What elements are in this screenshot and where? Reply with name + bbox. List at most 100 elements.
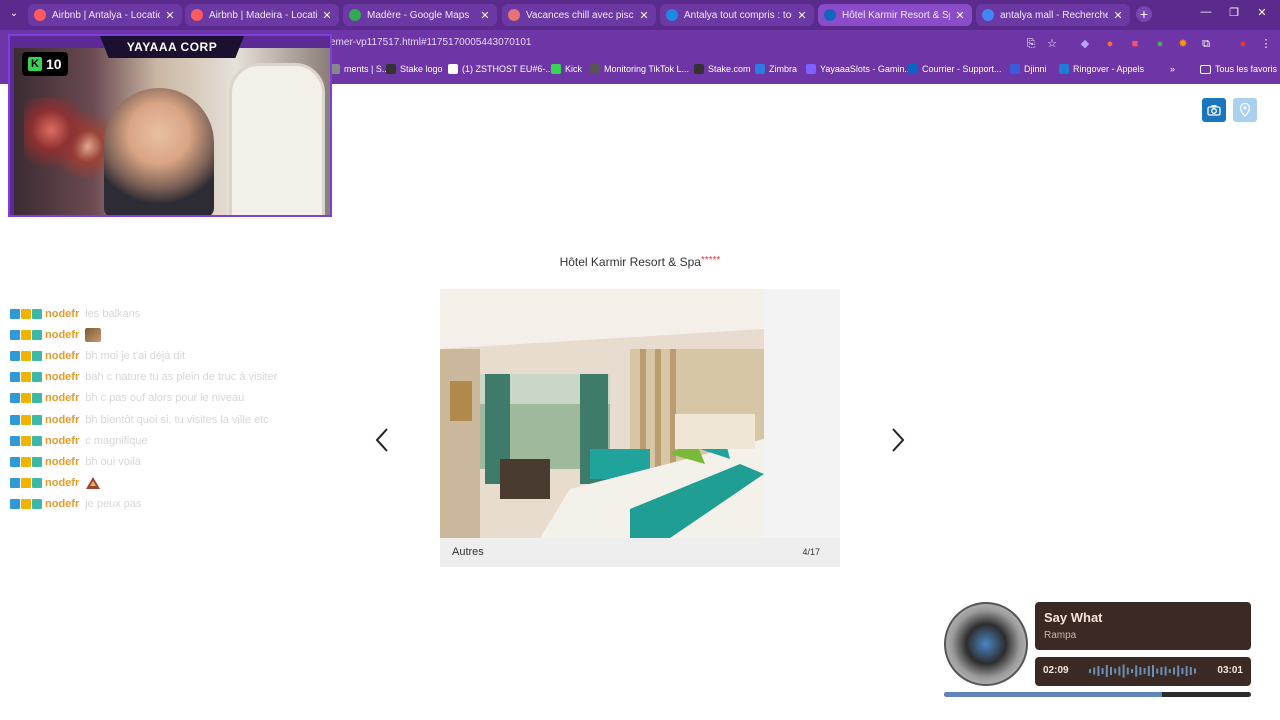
bookmark-item[interactable]: YayaaaSlots - Gamin... bbox=[806, 64, 912, 74]
bookmark-item[interactable]: Ringover - Appels bbox=[1059, 64, 1144, 74]
sub-badge-icon bbox=[10, 350, 20, 361]
chat-text: je peux pas bbox=[85, 498, 142, 511]
chat-message: nodefr bbox=[10, 473, 340, 494]
bookmark-star-icon[interactable]: ☆ bbox=[1045, 37, 1059, 51]
gallery-photo[interactable] bbox=[440, 289, 764, 538]
chat-badges bbox=[10, 414, 42, 425]
extension-icon[interactable]: ■ bbox=[1128, 37, 1142, 51]
extension-icon[interactable]: ◆ bbox=[1078, 37, 1092, 51]
browser-tab[interactable]: Antalya tout compris : toutes m ✕ bbox=[660, 4, 814, 26]
bookmark-label: Zimbra bbox=[769, 64, 798, 74]
emote-face-icon bbox=[85, 327, 102, 342]
tab-title: Madère - Google Maps bbox=[367, 9, 470, 21]
gallery-prev-button[interactable] bbox=[372, 426, 392, 454]
chat-badges bbox=[10, 350, 42, 361]
browser-tab[interactable]: Vacances chill avec piscine et m ✕ bbox=[502, 4, 656, 26]
chat-message: nodefr bh moi je t'ai déjà dit bbox=[10, 345, 340, 366]
gift-badge-icon bbox=[32, 456, 42, 467]
all-bookmarks-button[interactable]: Tous les favoris bbox=[1200, 64, 1277, 74]
map-button[interactable] bbox=[1233, 98, 1257, 122]
outlook-icon bbox=[908, 64, 918, 74]
bookmark-item[interactable]: Djinni bbox=[1010, 64, 1047, 74]
chat-text: les balkans bbox=[85, 307, 141, 320]
camera-button[interactable] bbox=[1202, 98, 1226, 122]
stake-icon bbox=[386, 64, 396, 74]
chat-message: nodefr je peux pas bbox=[10, 494, 340, 515]
gift-badge-icon bbox=[32, 350, 42, 361]
minimize-icon[interactable]: — bbox=[1198, 6, 1214, 18]
maps-icon bbox=[349, 9, 361, 21]
chat-text: bah c nature tu as plein de truc à visit… bbox=[85, 371, 278, 384]
chat-badges bbox=[10, 456, 42, 467]
browser-tab[interactable]: Hôtel Karmir Resort & Spa Anta ✕ bbox=[818, 4, 972, 26]
bookmark-label: Monitoring TikTok L... bbox=[604, 64, 690, 74]
crown-badge-icon bbox=[21, 372, 31, 383]
sub-badge-icon bbox=[10, 372, 20, 383]
extension-icon[interactable]: ✸ bbox=[1176, 37, 1190, 51]
bookmark-item[interactable]: (1) ZSTHOST EU#6-... bbox=[448, 64, 553, 74]
chat-text: bh oui voilà bbox=[85, 455, 141, 468]
chat-text: bh bientôt quoi si, tu visites la ville … bbox=[85, 413, 269, 426]
gift-badge-icon bbox=[32, 329, 42, 340]
chat-badges bbox=[10, 308, 42, 319]
chat-message: nodefr les balkans bbox=[10, 303, 340, 324]
menu-dots-icon[interactable]: ⋮ bbox=[1259, 37, 1273, 51]
bookmark-label: Djinni bbox=[1024, 64, 1047, 74]
playback-progress-fill bbox=[944, 692, 1162, 697]
close-tab-icon[interactable]: ✕ bbox=[1112, 9, 1124, 22]
chat-text: c magnifique bbox=[85, 434, 148, 447]
browser-tab[interactable]: Airbnb | Antalya - Locations de ✕ bbox=[28, 4, 182, 26]
browser-tab[interactable]: antalya mall - Recherche Goog ✕ bbox=[976, 4, 1130, 26]
bookmark-item[interactable]: ments | S... bbox=[330, 64, 389, 74]
extensions-puzzle-icon[interactable]: ⧉ bbox=[1199, 37, 1213, 51]
bookmark-item[interactable]: Kick bbox=[551, 64, 582, 74]
tab-search-icon[interactable]: ⌄ bbox=[6, 6, 22, 22]
chat-message: nodefr bh c pas ouf alors pour le niveau bbox=[10, 388, 340, 409]
close-tab-icon[interactable]: ✕ bbox=[954, 9, 966, 22]
crown-badge-icon bbox=[21, 478, 31, 489]
close-window-icon[interactable]: ✕ bbox=[1254, 6, 1270, 19]
extension-icon[interactable]: ● bbox=[1153, 37, 1167, 51]
profile-avatar-icon[interactable]: ● bbox=[1236, 37, 1250, 51]
extension-icon[interactable]: ● bbox=[1103, 37, 1117, 51]
close-tab-icon[interactable]: ✕ bbox=[321, 9, 333, 22]
bookmark-item[interactable]: Stake.com bbox=[694, 64, 751, 74]
bookmark-label: YayaaaSlots - Gamin... bbox=[820, 64, 912, 74]
chat-username: nodefr bbox=[45, 349, 80, 362]
bookmark-item[interactable]: Zimbra bbox=[755, 64, 797, 74]
chat-badges bbox=[10, 478, 42, 489]
close-tab-icon[interactable]: ✕ bbox=[164, 9, 176, 22]
kick-icon bbox=[551, 64, 561, 74]
tab-bar: ⌄ Airbnb | Antalya - Locations de✕Airbnb… bbox=[0, 0, 1280, 30]
song-title: Say What bbox=[1044, 610, 1103, 625]
song-artist: Rampa bbox=[1044, 630, 1077, 641]
browser-tab[interactable]: Airbnb | Madeira - Locations de ✕ bbox=[185, 4, 339, 26]
globe-icon bbox=[590, 64, 600, 74]
install-app-icon[interactable]: ⎘ bbox=[1024, 37, 1038, 51]
bookmark-label: Ringover - Appels bbox=[1073, 64, 1145, 74]
chat-message: nodefr bh bientôt quoi si, tu visites la … bbox=[10, 409, 340, 430]
close-tab-icon[interactable]: ✕ bbox=[638, 9, 650, 22]
sub-badge-icon bbox=[10, 456, 20, 467]
url-field[interactable]: emer-vp117517.html#1175170005443070101 bbox=[330, 37, 531, 48]
gift-badge-icon bbox=[32, 372, 42, 383]
bookmarks-overflow-icon[interactable]: » bbox=[1170, 64, 1175, 74]
browser-tab[interactable]: Madère - Google Maps ✕ bbox=[343, 4, 497, 26]
close-tab-icon[interactable]: ✕ bbox=[479, 9, 491, 22]
bookmark-item[interactable]: Courrier - Support... bbox=[908, 64, 1002, 74]
gallery-next-button[interactable] bbox=[888, 426, 908, 454]
ringover-icon bbox=[1059, 64, 1069, 74]
hotel-title: Hôtel Karmir Resort & Spa***** bbox=[440, 255, 840, 269]
chat-overlay: nodefr les balkans nodefr nodefr bh moi je t… bbox=[10, 303, 340, 515]
tab-title: antalya mall - Recherche Goog bbox=[1000, 9, 1108, 21]
restore-icon[interactable]: ❐ bbox=[1226, 6, 1242, 19]
tab-title: Airbnb | Madeira - Locations de bbox=[209, 9, 317, 21]
gallery-caption: Autres bbox=[452, 546, 484, 558]
bookmark-item[interactable]: Stake logo bbox=[386, 64, 443, 74]
bookmark-item[interactable]: Monitoring TikTok L... bbox=[590, 64, 689, 74]
chat-username: nodefr bbox=[45, 455, 80, 468]
new-tab-button[interactable]: + bbox=[1136, 6, 1152, 22]
chat-username: nodefr bbox=[45, 328, 80, 341]
close-tab-icon[interactable]: ✕ bbox=[796, 9, 808, 22]
chat-badges bbox=[10, 499, 42, 510]
